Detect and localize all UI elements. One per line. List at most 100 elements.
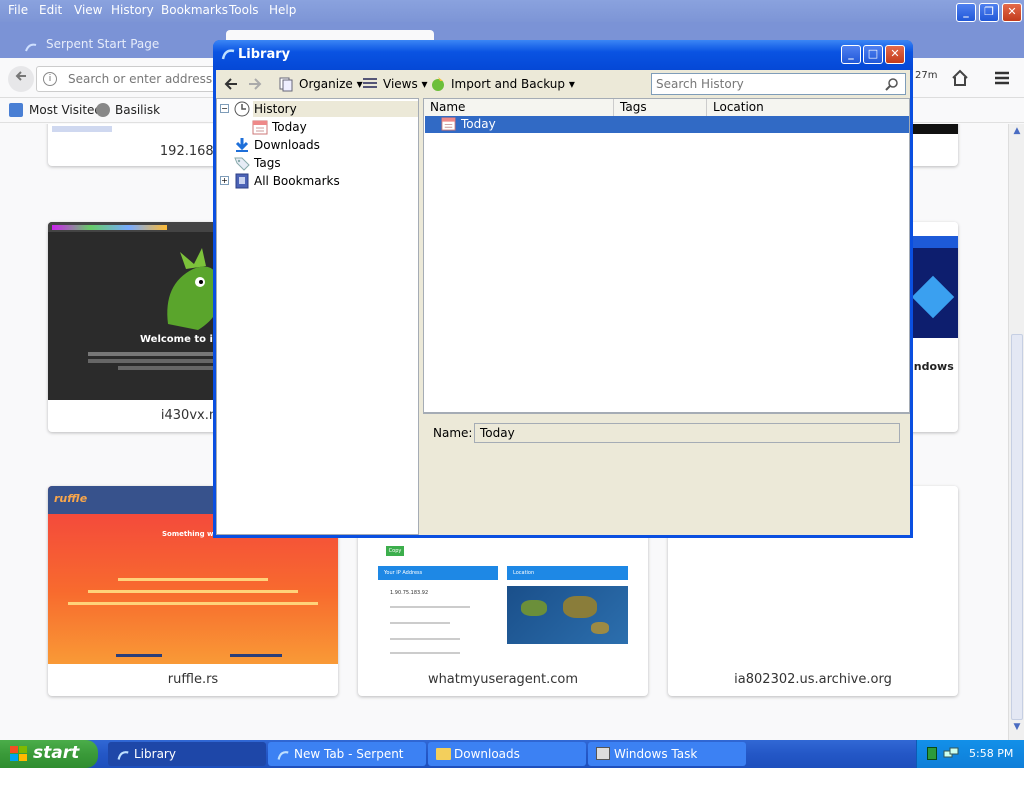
map-land [563,596,597,618]
collapse-toggle-icon[interactable]: − [220,104,229,113]
menu-edit[interactable]: Edit [39,3,62,17]
back-arrow-icon [15,71,26,81]
library-title: Library [238,47,291,62]
views-icon [362,77,378,91]
back-button[interactable] [8,66,34,92]
task-label: New Tab - Serpent [294,747,404,761]
thumb-text-line [390,652,460,654]
serpent-icon [276,747,290,761]
scrollbar-thumb[interactable] [1011,334,1023,720]
menu-bookmarks[interactable]: Bookmarks [161,3,228,17]
forward-arrow-icon[interactable] [247,76,263,92]
tab-serpent-start-page[interactable]: Serpent Start Page [20,32,159,56]
hamburger-menu-icon[interactable] [992,68,1012,88]
scroll-down-icon[interactable]: ▼ [1011,722,1023,736]
start-button[interactable]: start [0,740,98,768]
thumb-text-line [118,578,268,581]
organize-menu[interactable]: Organize ▾ [299,77,363,91]
task-label: Library [134,747,176,761]
library-window: Library _ □ ✕ Organize ▾ Views ▾ Import … [213,40,913,538]
task-label: Downloads [454,747,520,761]
column-header-name[interactable]: Name [424,99,614,116]
tree-item-today[interactable]: Today [272,120,307,134]
network-icon[interactable] [943,746,959,762]
name-value: Today [480,426,515,440]
map-land [521,600,547,616]
thumb-button: Copy [386,546,404,556]
thumb-text-line [390,606,470,608]
thumb-box-header: Your IP Address [378,566,498,580]
thumb-link [116,654,162,657]
bookmark-basilisk[interactable]: Basilisk [115,103,160,117]
download-progress-text[interactable]: 27m [915,70,937,81]
expand-toggle-icon[interactable]: + [220,176,229,185]
menu-view[interactable]: View [74,3,102,17]
globe-icon [96,103,110,117]
calendar-icon [441,116,456,131]
task-library[interactable]: Library [108,742,266,766]
tree-item-downloads[interactable]: Downloads [254,138,320,152]
task-windows-task-manager[interactable]: Windows Task Manager [588,742,746,785]
menu-tools[interactable]: Tools [229,3,259,17]
tree-item-tags[interactable]: Tags [254,156,281,170]
menu-history[interactable]: History [111,3,154,17]
back-arrow-icon[interactable] [223,76,239,92]
serpent-icon [24,38,38,52]
bookmark-most-visited[interactable]: Most Visited [29,103,102,117]
menu-file[interactable]: File [8,3,28,17]
serpent-icon [220,47,236,63]
task-new-tab-serpent[interactable]: New Tab - Serpent [268,742,426,766]
task-manager-icon [596,747,610,760]
organize-label: Organize [299,77,353,91]
column-header-tags[interactable]: Tags [614,99,707,116]
library-title-bar[interactable]: Library _ □ ✕ [213,40,913,70]
thumb-logo: ruffle [54,492,88,505]
tag-icon [234,155,250,171]
search-icon[interactable] [885,77,899,91]
name-field[interactable]: Today [474,423,900,443]
taskbar: start Library New Tab - Serpent Download… [0,740,1024,785]
home-icon[interactable] [950,68,970,88]
menu-bar: File Edit View History Bookmarks Tools H… [0,0,1024,22]
list-row[interactable]: Today [425,116,909,133]
library-close-button[interactable]: ✕ [885,45,905,64]
tree-item-all-bookmarks[interactable]: All Bookmarks [254,174,340,188]
views-menu[interactable]: Views ▾ [383,77,428,91]
browser-minimize-button[interactable]: _ [956,3,976,22]
task-downloads[interactable]: Downloads [428,742,586,766]
info-icon[interactable]: i [43,72,57,86]
library-body: Organize ▾ Views ▾ Import and Backup ▾ S… [216,70,910,535]
folder-icon [436,748,451,760]
thumb-text-line [390,622,450,624]
browser-close-button[interactable]: ✕ [1002,3,1022,22]
tile-thumbnail [908,124,958,134]
details-pane: Name: Today [423,413,910,535]
library-maximize-button[interactable]: □ [863,45,883,64]
import-backup-menu[interactable]: Import and Backup ▾ [451,77,575,91]
library-minimize-button[interactable]: _ [841,45,861,64]
page-scrollbar[interactable]: ▲ ▼ [1008,124,1024,740]
search-history-input[interactable]: Search History [651,73,906,95]
name-label: Name: [433,426,473,440]
address-bar[interactable]: i Search or enter address [36,66,236,92]
windows-logo-icon [10,746,28,762]
menu-help[interactable]: Help [269,3,296,17]
task-manager-tray-icon[interactable] [927,747,937,760]
browser-restore-button[interactable]: ❐ [979,3,999,22]
tree-item-history[interactable]: History [253,101,418,117]
start-label: start [33,743,80,763]
search-placeholder: Search History [656,77,744,91]
system-tray: 5:58 PM [916,740,1024,768]
library-tree: − History Today Downloads Tags + All Boo… [216,98,419,535]
tile-label: ia802302.us.archive.org [734,672,892,687]
clock[interactable]: 5:58 PM [969,747,1013,760]
tile-label: ruffle.rs [167,672,219,687]
task-label: Windows Task Manager [614,747,698,785]
clock-icon [234,101,250,117]
tab-label: Serpent Start Page [46,37,160,51]
scroll-up-icon[interactable]: ▲ [1011,126,1023,140]
organize-icon [278,76,294,92]
import-backup-icon [429,76,447,92]
column-header-location[interactable]: Location [707,99,909,116]
thumb-text-line [88,590,298,593]
